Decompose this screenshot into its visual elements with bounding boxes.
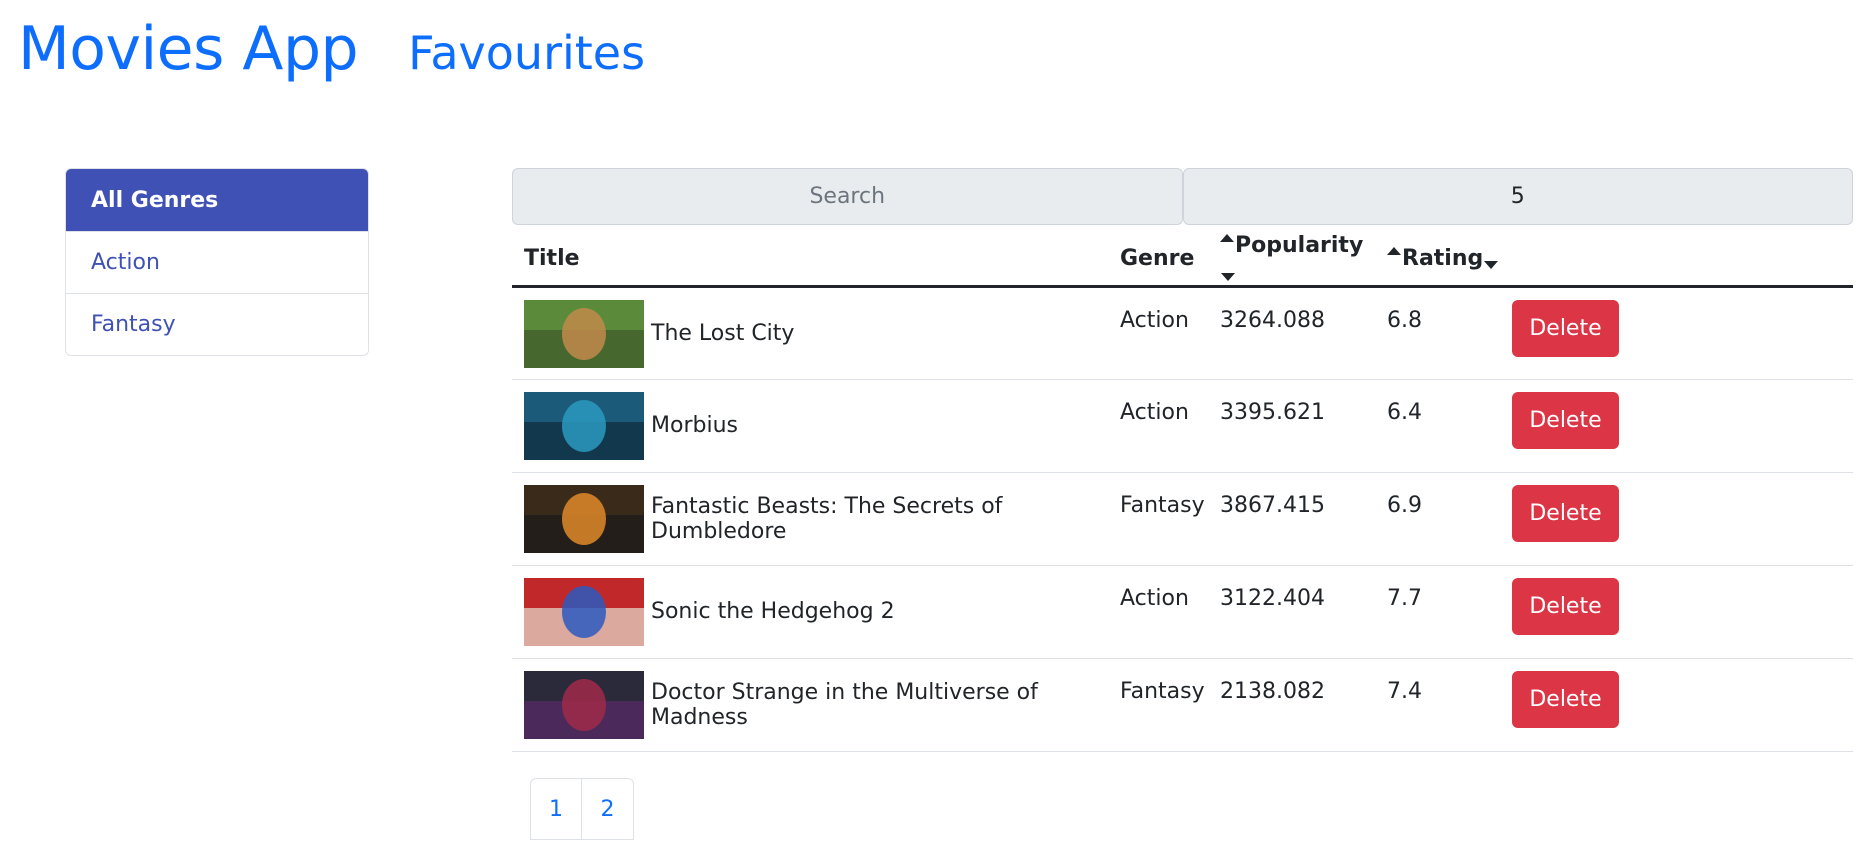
genre-cell: Fantasy [1108, 472, 1208, 566]
title-wrap: Morbius [524, 391, 1108, 460]
table-header-row: Title Genre Popularity Rating [512, 232, 1853, 288]
popularity-cell: 3867.415 [1208, 472, 1375, 566]
genre-cell: Action [1108, 565, 1208, 659]
search-input[interactable] [512, 168, 1183, 225]
movie-title: Morbius [651, 413, 738, 438]
sort-asc-rating-icon[interactable] [1387, 246, 1401, 255]
genre-list: All Genres Action Fantasy [65, 168, 369, 356]
table-row: Doctor Strange in the Multiverse of Madn… [512, 658, 1853, 752]
popularity-cell: 3122.404 [1208, 565, 1375, 659]
movie-poster-image [524, 299, 644, 368]
movie-poster-image [524, 484, 644, 553]
title-wrap: Fantastic Beasts: The Secrets of Dumbled… [524, 484, 1108, 553]
title-cell: Fantastic Beasts: The Secrets of Dumbled… [512, 472, 1108, 566]
rating-cell: 7.4 [1375, 658, 1500, 752]
page-size-input[interactable] [1182, 168, 1853, 225]
pagination: 1 2 [530, 778, 634, 840]
delete-button[interactable]: Delete [1512, 391, 1619, 449]
title-cell: The Lost City [512, 286, 1108, 380]
movie-title: Sonic the Hedgehog 2 [651, 599, 895, 624]
column-header-actions [1500, 232, 1853, 288]
genre-item-action[interactable]: Action [66, 231, 368, 293]
actions-cell: Delete [1500, 658, 1853, 752]
rating-cell: 7.7 [1375, 565, 1500, 659]
brand-link[interactable]: Movies App [18, 14, 359, 84]
column-title-label: Title [524, 245, 580, 271]
table-row: The Lost City Action 3264.088 6.8 Delete [512, 286, 1853, 380]
column-header-title: Title [512, 232, 1108, 288]
title-wrap: The Lost City [524, 299, 1108, 368]
sort-desc-popularity-icon[interactable] [1221, 273, 1235, 282]
rating-cell: 6.8 [1375, 286, 1500, 380]
column-header-rating: Rating [1375, 232, 1500, 288]
title-wrap: Sonic the Hedgehog 2 [524, 577, 1108, 646]
nav-favourites-link[interactable]: Favourites [408, 26, 645, 80]
popularity-cell: 2138.082 [1208, 658, 1375, 752]
delete-button[interactable]: Delete [1512, 670, 1619, 728]
page-link-1[interactable]: 1 [530, 778, 582, 840]
movie-poster-image [524, 670, 644, 739]
table-row: Sonic the Hedgehog 2 Action 3122.404 7.7 Del… [512, 565, 1853, 659]
sort-asc-popularity-icon[interactable] [1220, 234, 1234, 243]
genre-cell: Fantasy [1108, 658, 1208, 752]
popularity-cell: 3264.088 [1208, 286, 1375, 380]
column-rating-label: Rating [1402, 245, 1484, 271]
app-header: Movies App Favourites [18, 14, 645, 94]
actions-cell: Delete [1500, 286, 1853, 380]
delete-button[interactable]: Delete [1512, 299, 1619, 357]
column-header-popularity: Popularity [1208, 232, 1375, 288]
actions-cell: Delete [1500, 379, 1853, 473]
rating-cell: 6.4 [1375, 379, 1500, 473]
page-link-2[interactable]: 2 [582, 778, 634, 840]
title-cell: Sonic the Hedgehog 2 [512, 565, 1108, 659]
actions-cell: Delete [1500, 472, 1853, 566]
table-row: Morbius Action 3395.621 6.4 Delete [512, 379, 1853, 473]
column-genre-label: Genre [1120, 245, 1195, 271]
movie-poster-image [524, 391, 644, 460]
movie-poster-image [524, 577, 644, 646]
movies-table: Title Genre Popularity Rating The Lost C… [512, 232, 1853, 752]
title-cell: Morbius [512, 379, 1108, 473]
table-controls [512, 168, 1853, 225]
delete-button[interactable]: Delete [1512, 484, 1619, 542]
genre-cell: Action [1108, 286, 1208, 380]
sort-desc-rating-icon[interactable] [1484, 260, 1499, 269]
genre-item-fantasy[interactable]: Fantasy [66, 293, 368, 355]
title-cell: Doctor Strange in the Multiverse of Madn… [512, 658, 1108, 752]
popularity-cell: 3395.621 [1208, 379, 1375, 473]
rating-cell: 6.9 [1375, 472, 1500, 566]
table-row: Fantastic Beasts: The Secrets of Dumbled… [512, 472, 1853, 566]
movie-title: Fantastic Beasts: The Secrets of Dumbled… [651, 493, 1003, 544]
movie-title: The Lost City [651, 321, 795, 346]
column-popularity-label: Popularity [1235, 233, 1364, 259]
delete-button[interactable]: Delete [1512, 577, 1619, 635]
actions-cell: Delete [1500, 565, 1853, 659]
column-header-genre: Genre [1108, 232, 1208, 288]
genre-cell: Action [1108, 379, 1208, 473]
genre-item-all-genres[interactable]: All Genres [66, 169, 368, 231]
movie-title: Doctor Strange in the Multiverse of Madn… [651, 679, 1038, 730]
title-wrap: Doctor Strange in the Multiverse of Madn… [524, 670, 1108, 739]
